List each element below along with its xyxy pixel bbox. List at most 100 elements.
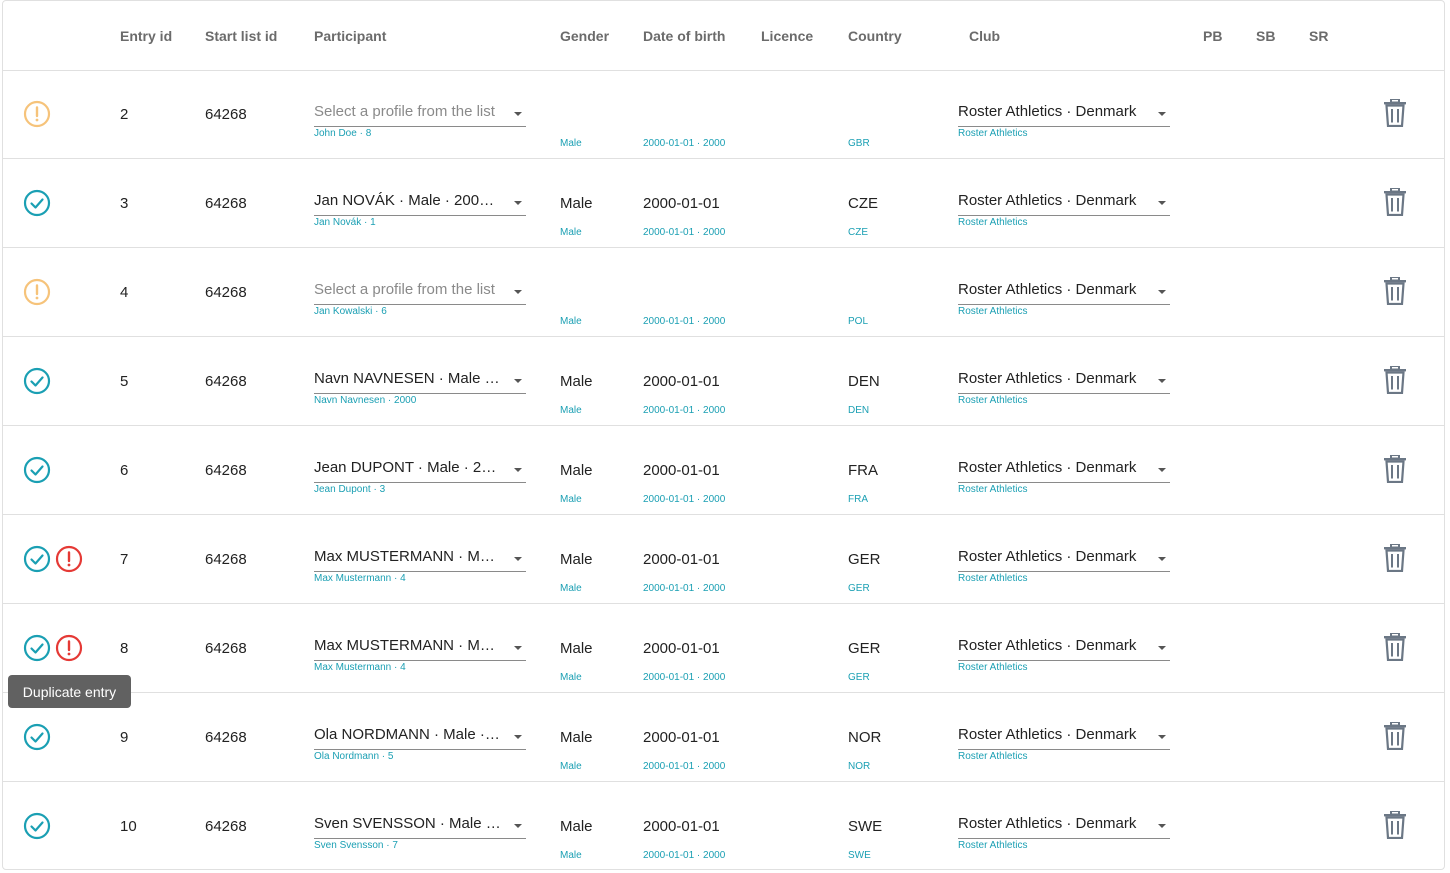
dob-value: 2000-01-01 [643, 195, 720, 212]
country-hint: CZE [848, 227, 868, 238]
participant-hint: Max Mustermann · 4 [314, 573, 406, 584]
country-value: NOR [848, 729, 882, 746]
status-indicators [23, 456, 51, 486]
col-gender: Gender [560, 28, 610, 44]
gender-hint: Male [560, 761, 582, 772]
club-hint: Roster Athletics [958, 306, 1028, 317]
delete-icon[interactable] [1383, 543, 1407, 573]
club-hint: Roster Athletics [958, 751, 1028, 762]
participant-select[interactable]: Jan NOVÁK · Male · 2000-01-01 [314, 191, 526, 216]
check-circle-icon [23, 189, 51, 219]
col-country: Country [848, 28, 902, 44]
club-hint: Roster Athletics [958, 573, 1028, 584]
delete-icon[interactable] [1383, 721, 1407, 751]
check-circle-icon [23, 545, 51, 575]
table-row: 6 64268 Jean DUPONT · Male · 2000-01-01 Jea… [3, 426, 1444, 515]
country-hint: SWE [848, 850, 871, 861]
club-hint: Roster Athletics [958, 484, 1028, 495]
delete-icon[interactable] [1383, 810, 1407, 840]
check-circle-icon [23, 634, 51, 664]
country-hint: DEN [848, 405, 870, 416]
delete-icon[interactable] [1383, 187, 1407, 217]
dob-hint: 2000-01-01 · 2000 [643, 227, 726, 238]
warning-circle-icon[interactable] [23, 278, 51, 308]
participant-select[interactable]: Ola NORDMANN · Male · 2000-01-01 [314, 725, 526, 750]
gender-value: Male [560, 462, 593, 479]
table-row: 4 64268 Select a profile from the list Jan … [3, 248, 1444, 337]
club-select[interactable]: Roster Athletics · Denmark [958, 725, 1170, 750]
participant-select-value: Select a profile from the list [314, 281, 495, 298]
dob-value: 2000-01-01 [643, 818, 720, 835]
dob-hint: 2000-01-01 · 2000 [643, 761, 726, 772]
start-list-id: 64268 [205, 195, 247, 212]
club-select[interactable]: Roster Athletics · Denmark [958, 280, 1170, 305]
club-select[interactable]: Roster Athletics · Denmark [958, 547, 1170, 572]
gender-value: Male [560, 551, 593, 568]
participant-select[interactable]: Navn NAVNESEN · Male · 2000-01-01 [314, 369, 526, 394]
error-circle-icon[interactable] [55, 545, 83, 575]
club-hint: Roster Athletics [958, 128, 1028, 139]
chevron-down-icon [514, 290, 522, 294]
entry-id: 6 [120, 462, 129, 479]
check-circle-icon [23, 812, 51, 842]
club-select[interactable]: Roster Athletics · Denmark [958, 102, 1170, 127]
participant-select[interactable]: Sven SVENSSON · Male · 2000-01-01 [314, 814, 526, 839]
start-list-id: 64268 [205, 551, 247, 568]
col-participant: Participant [314, 28, 387, 44]
club-hint: Roster Athletics [958, 395, 1028, 406]
participant-select[interactable]: Max MUSTERMANN · Male · 2000-01-01 [314, 547, 526, 572]
start-list-id: 64268 [205, 284, 247, 301]
chevron-down-icon [1158, 468, 1166, 472]
error-circle-icon[interactable] [55, 634, 83, 664]
table-row: 7 64268 Max MUSTERMANN · Male · 2000-01-01… [3, 515, 1444, 604]
dob-value: 2000-01-01 [643, 373, 720, 390]
dob-value: 2000-01-01 [643, 640, 720, 657]
status-indicators [23, 100, 51, 130]
gender-hint: Male [560, 405, 582, 416]
country-value: DEN [848, 373, 880, 390]
participant-select[interactable]: Max MUSTERMANN · Male · 2000-01-01 [314, 636, 526, 661]
status-indicators [23, 723, 51, 753]
warning-circle-icon[interactable] [23, 100, 51, 130]
table-row: 2 64268 Select a profile from the list John… [3, 70, 1444, 159]
entry-id: 2 [120, 106, 129, 123]
country-hint: NOR [848, 761, 871, 772]
delete-icon[interactable] [1383, 454, 1407, 484]
table-row: 3 64268 Jan NOVÁK · Male · 2000-01-01 Jan N… [3, 159, 1444, 248]
status-indicators [23, 189, 51, 219]
check-circle-icon [23, 723, 51, 753]
chevron-down-icon [1158, 379, 1166, 383]
club-select[interactable]: Roster Athletics · Denmark [958, 636, 1170, 661]
club-select-value: Roster Athletics · Denmark [958, 370, 1137, 387]
country-value: SWE [848, 818, 883, 835]
club-select[interactable]: Roster Athletics · Denmark [958, 191, 1170, 216]
club-select[interactable]: Roster Athletics · Denmark [958, 369, 1170, 394]
table-header: Entry id Start list id Participant Gende… [3, 1, 1444, 71]
delete-icon[interactable] [1383, 276, 1407, 306]
delete-icon[interactable] [1383, 98, 1407, 128]
participant-select[interactable]: Select a profile from the list [314, 102, 526, 127]
start-list-id: 64268 [205, 640, 247, 657]
country-value: CZE [848, 195, 878, 212]
entry-id: 4 [120, 284, 129, 301]
participant-hint: Sven Svensson · 7 [314, 840, 398, 851]
delete-icon[interactable] [1383, 632, 1407, 662]
dob-hint: 2000-01-01 · 2000 [643, 494, 726, 505]
chevron-down-icon [1158, 201, 1166, 205]
dob-value: 2000-01-01 [643, 462, 720, 479]
gender-value: Male [560, 640, 593, 657]
participant-select[interactable]: Jean DUPONT · Male · 2000-01-01 [314, 458, 526, 483]
col-sr: SR [1309, 28, 1329, 44]
club-select-value: Roster Athletics · Denmark [958, 281, 1137, 298]
chevron-down-icon [1158, 646, 1166, 650]
participant-hint: Max Mustermann · 4 [314, 662, 406, 673]
chevron-down-icon [514, 379, 522, 383]
start-list-id: 64268 [205, 462, 247, 479]
delete-icon[interactable] [1383, 365, 1407, 395]
gender-value: Male [560, 373, 593, 390]
club-select[interactable]: Roster Athletics · Denmark [958, 814, 1170, 839]
check-circle-icon [23, 367, 51, 397]
participant-select-value: Sven SVENSSON · Male · 2000-01-01 [314, 815, 502, 832]
participant-select[interactable]: Select a profile from the list [314, 280, 526, 305]
club-select[interactable]: Roster Athletics · Denmark [958, 458, 1170, 483]
